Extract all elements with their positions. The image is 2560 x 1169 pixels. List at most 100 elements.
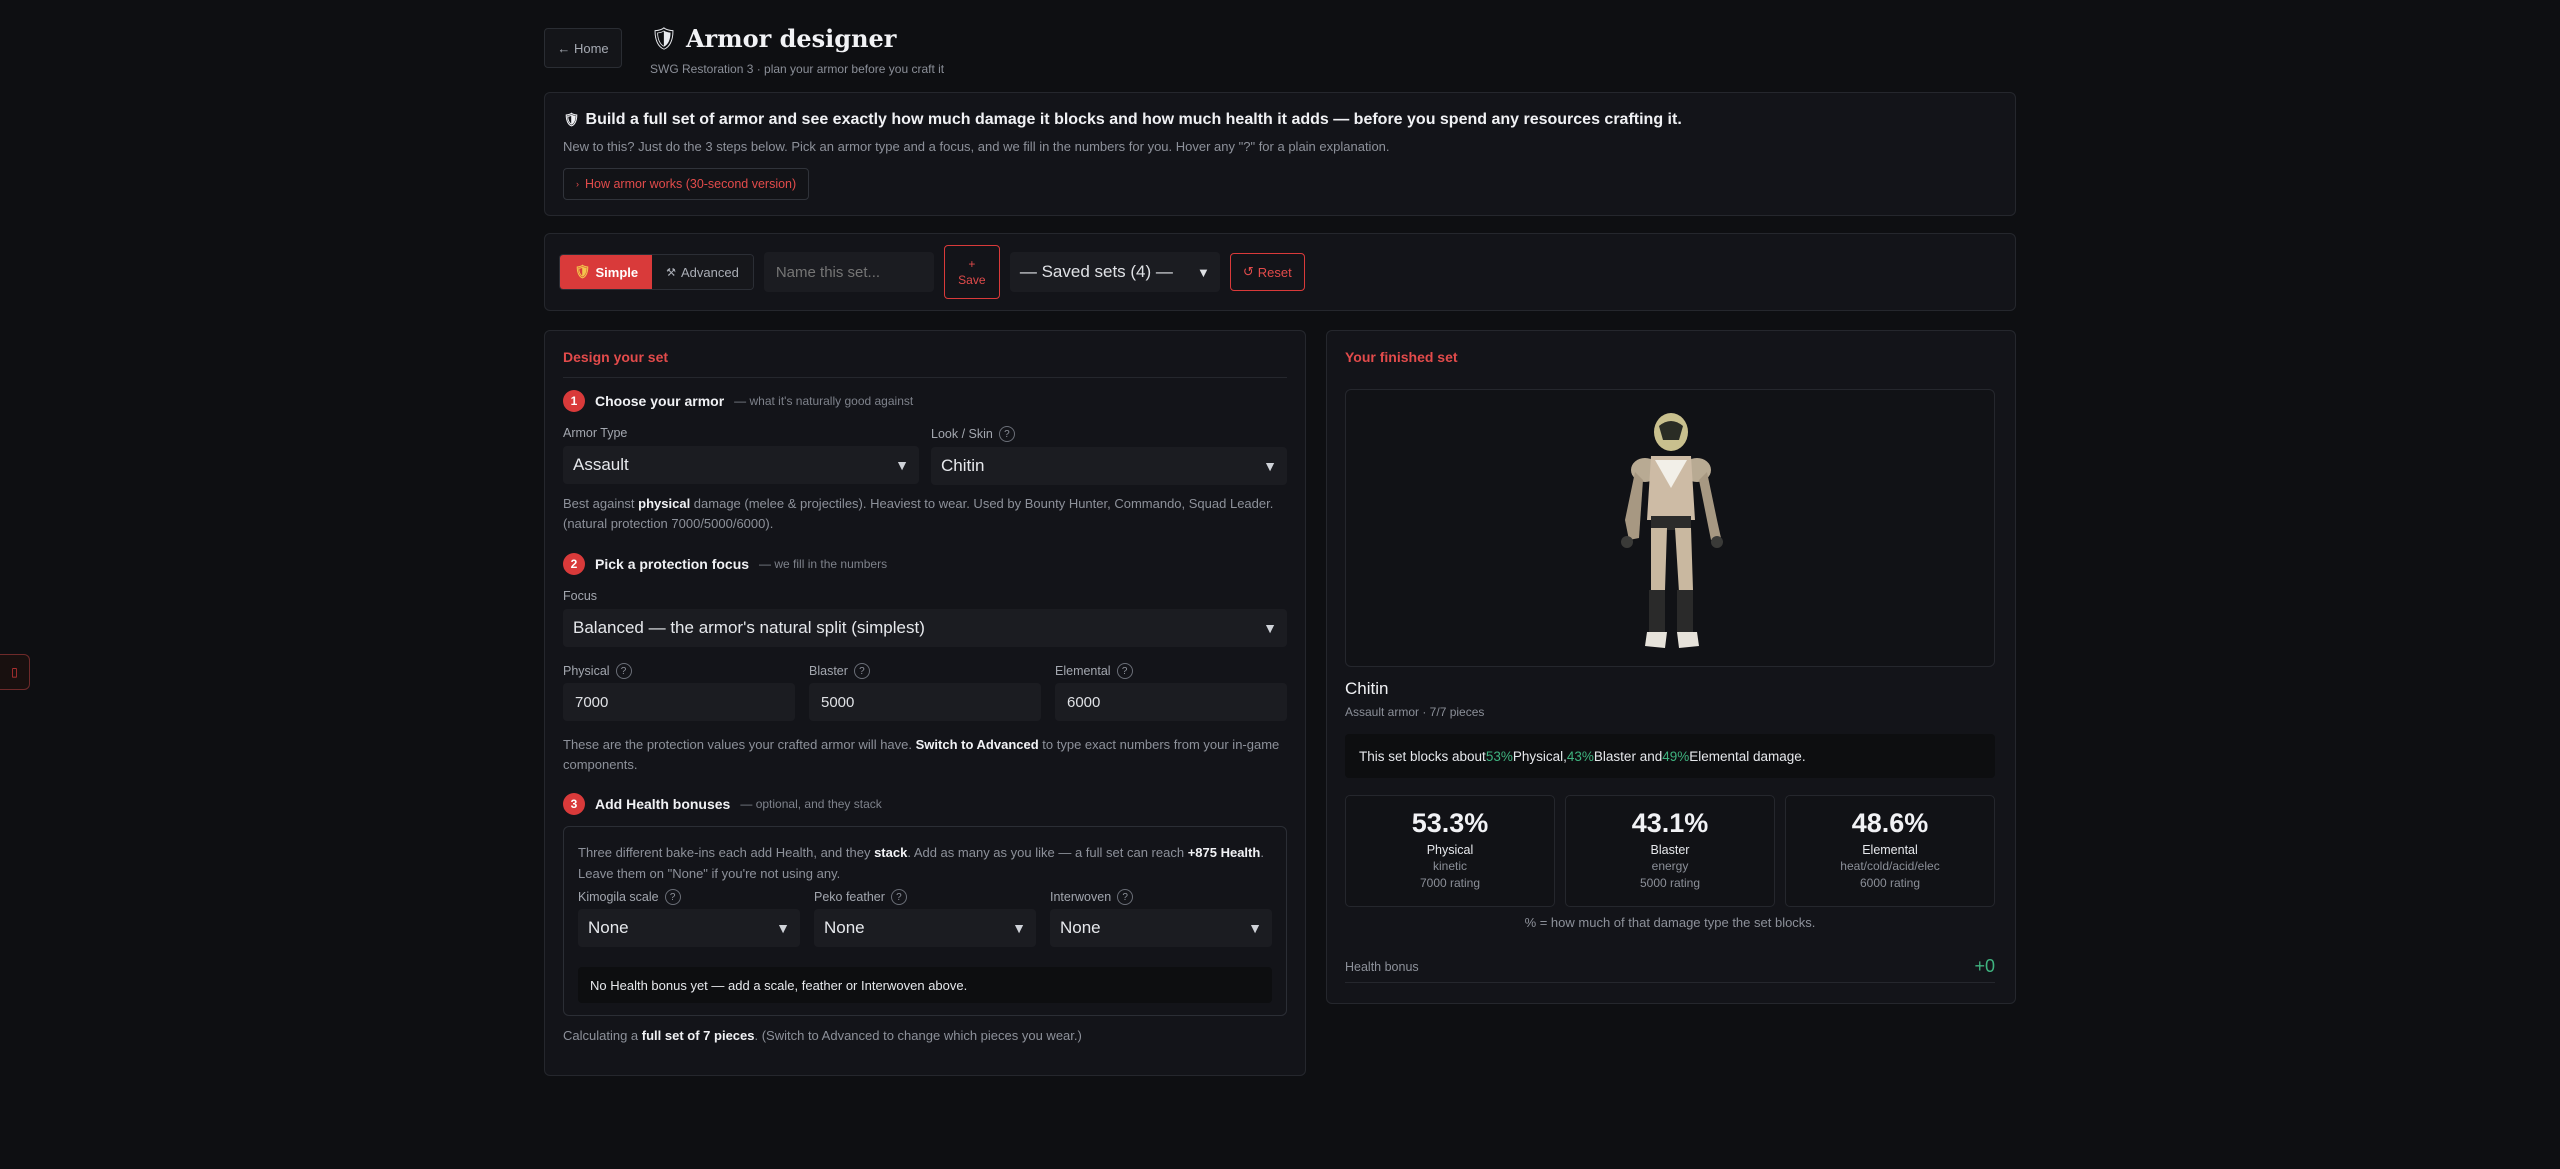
intro-panel: 🛡 Build a full set of armor and see exac…	[544, 92, 2016, 216]
set-name-input[interactable]	[763, 252, 934, 292]
armor-figure-image	[1621, 413, 1723, 648]
step-hint: — we fill in the numbers	[759, 557, 888, 571]
step-label: Pick a protection focus	[595, 556, 750, 572]
how-armor-works-button[interactable]: › How armor works (30-second version)	[563, 168, 810, 200]
physical-input[interactable]: 7000	[563, 683, 795, 721]
armor-type-select[interactable]: Assault ▼	[563, 446, 919, 484]
protection-summary: This set blocks about 53% Physical, 43% …	[1345, 734, 1995, 778]
focus-value: Balanced — the armor's natural split (si…	[573, 618, 925, 637]
values-description: These are the protection values your cra…	[563, 737, 1280, 773]
mouse-icon: ▯	[11, 665, 18, 679]
help-icon[interactable]: ?	[1116, 663, 1133, 679]
chevron-down-icon: ▼	[895, 457, 909, 473]
physical-label: Physical?	[563, 663, 632, 679]
chevron-down-icon: ▼	[776, 920, 790, 936]
shield-icon: 🛡	[574, 264, 591, 279]
step-label: Choose your armor	[595, 393, 725, 409]
armor-description: Best against physical damage (melee & pr…	[563, 496, 1274, 532]
stat-subtype: heat/cold/acid/elec	[1840, 859, 1940, 873]
saved-sets-value: — Saved sets (4) —	[1019, 262, 1173, 281]
saved-sets-select[interactable]: — Saved sets (4) — ▼	[1009, 252, 1220, 292]
stat-percent: 53.3%	[1411, 808, 1489, 838]
stat-subtype: energy	[1651, 859, 1689, 873]
focus-select[interactable]: Balanced — the armor's natural split (si…	[563, 609, 1287, 647]
design-panel: Design your set 1 Choose your armor — wh…	[544, 330, 1306, 1076]
stat-rating: 6000 rating	[1859, 876, 1921, 890]
stat-card-blaster: 43.1% Blaster energy 5000 rating	[1565, 795, 1775, 907]
reset-label: Reset	[1257, 264, 1292, 280]
mode-simple-label: Simple	[595, 264, 639, 280]
help-icon[interactable]: ?	[853, 663, 870, 679]
mode-advanced-button[interactable]: ⚒ Advanced	[652, 255, 753, 289]
help-icon[interactable]: ?	[664, 889, 681, 905]
intro-subtext: New to this? Just do the 3 steps below. …	[563, 139, 1390, 154]
save-label: Save	[958, 273, 986, 287]
armor-preview	[1345, 389, 1995, 667]
reset-button[interactable]: ↺ Reset	[1229, 253, 1305, 291]
shield-icon: 🛡	[563, 112, 580, 127]
page-title: Armor designer	[685, 24, 897, 53]
peko-select[interactable]: None ▼	[814, 909, 1036, 947]
chevron-down-icon: ▼	[1248, 920, 1262, 936]
armor-type-label: Armor Type	[563, 426, 628, 440]
step-2: 2 Pick a protection focus — we fill in t…	[563, 553, 887, 575]
elemental-input[interactable]: 6000	[1055, 683, 1287, 721]
step-number: 3	[563, 793, 585, 815]
armor-type-value: Assault	[573, 455, 629, 474]
stat-rating: 5000 rating	[1639, 876, 1701, 890]
interwoven-label: Interwoven?	[1050, 889, 1134, 905]
look-value: Chitin	[941, 456, 985, 475]
chevron-down-icon: ▼	[1012, 920, 1026, 936]
help-icon[interactable]: ?	[998, 426, 1015, 442]
step-number: 1	[563, 390, 585, 412]
kimogila-select[interactable]: None ▼	[578, 909, 800, 947]
help-icon[interactable]: ?	[890, 889, 907, 905]
blaster-label: Blaster?	[809, 663, 870, 679]
mode-simple-button[interactable]: 🛡 Simple	[560, 255, 653, 289]
side-feedback-tab[interactable]: ▯	[0, 654, 30, 690]
plus-icon: +	[968, 256, 976, 271]
calc-note: Calculating a full set of 7 pieces. (Swi…	[563, 1028, 1082, 1043]
stat-card-elemental: 48.6% Elemental heat/cold/acid/elec 6000…	[1785, 795, 1995, 907]
mode-advanced-label: Advanced	[681, 264, 739, 280]
result-title: Your finished set	[1345, 349, 1458, 365]
help-icon[interactable]: ?	[1117, 889, 1134, 905]
set-meta: Assault armor · 7/7 pieces	[1345, 705, 1485, 719]
set-name: Chitin	[1345, 679, 1389, 698]
health-bonus-row: Health bonus +0	[1345, 951, 1995, 983]
step-label: Add Health bonuses	[595, 796, 731, 812]
stat-name: Physical	[1426, 843, 1474, 857]
how-armor-works-label: How armor works (30-second version)	[585, 177, 797, 191]
home-button[interactable]: ← Home	[544, 28, 622, 68]
look-select[interactable]: Chitin ▼	[931, 447, 1287, 485]
health-description: Three different bake-ins each add Health…	[578, 845, 1264, 881]
stat-note: % = how much of that damage type the set…	[1524, 915, 1816, 930]
stat-card-physical: 53.3% Physical kinetic 7000 rating	[1345, 795, 1555, 907]
health-bonus-value: +0	[1974, 956, 1995, 976]
step-3: 3 Add Health bonuses — optional, and the…	[563, 793, 882, 815]
health-bonus-label: Health bonus	[1345, 959, 1419, 974]
help-icon[interactable]: ?	[615, 663, 632, 679]
shield-icon: 🛡	[650, 25, 678, 51]
intro-headline: Build a full set of armor and see exactl…	[585, 111, 1682, 128]
stat-name: Blaster	[1650, 843, 1690, 857]
save-button[interactable]: + Save	[943, 245, 1000, 299]
chevron-down-icon: ▼	[1196, 264, 1210, 280]
blaster-input[interactable]: 5000	[809, 683, 1041, 721]
stat-subtype: kinetic	[1432, 859, 1467, 873]
focus-label: Focus	[563, 589, 598, 603]
stat-rating: 7000 rating	[1419, 876, 1481, 890]
page-header: ← Home 🛡 Armor designer SWG Restoration …	[544, 0, 2016, 92]
interwoven-select[interactable]: None ▼	[1050, 909, 1272, 947]
step-1: 1 Choose your armor — what it's naturall…	[563, 390, 913, 412]
step-number: 2	[563, 553, 585, 575]
health-bonus-box: Three different bake-ins each add Health…	[563, 826, 1287, 1016]
toolbar: 🛡 Simple ⚒ Advanced + Save — Saved sets …	[544, 233, 2016, 311]
kimogila-label: Kimogila scale?	[578, 889, 681, 905]
stat-percent: 48.6%	[1851, 808, 1929, 838]
tools-icon: ⚒	[666, 266, 677, 279]
look-label: Look / Skin ?	[931, 426, 1015, 442]
step-hint: — what it's naturally good against	[734, 394, 914, 408]
stat-name: Elemental	[1862, 843, 1918, 857]
step-hint: — optional, and they stack	[740, 797, 882, 811]
